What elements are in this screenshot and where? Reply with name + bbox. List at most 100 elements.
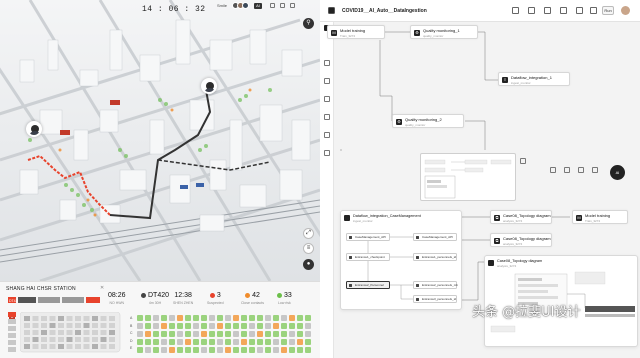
seat [289,339,295,345]
seat [201,323,207,329]
car-seat [58,337,64,342]
ai-assistant-button[interactable]: AI [610,165,625,180]
seat [145,331,151,337]
car-seat [109,323,115,328]
city-map-view[interactable]: 14 : 06 : 32 Smile AI ⚲ ⤢ ≡ ● SHANG HAI … [0,0,320,358]
seat [305,347,311,353]
node-quality-monitoring-1[interactable]: ⚙ Quality monitoring_1 quality_monitor [410,25,478,39]
fit-icon[interactable] [578,167,584,173]
car-seat [109,344,115,349]
seat [153,315,159,321]
seat [209,339,215,345]
car-seat [75,344,81,349]
car-seat [49,344,56,349]
seat [185,323,191,329]
seat [201,331,207,337]
car-seat [92,316,98,321]
car-seat [92,330,98,335]
node-topology-diagram[interactable]: ⧉ Case08_Topology diagram analysis_3274 [490,210,552,224]
seat [169,315,175,321]
seat [209,323,215,329]
user-track-icon[interactable]: ● [303,259,314,270]
layers-icon[interactable]: ≡ [303,243,314,254]
car-seat [41,337,47,342]
card-dataflow-integration[interactable]: Dataflow_integration_CaseManagement inge… [340,210,462,310]
node-dataflow-integration-1[interactable]: ≡ Dataflow_integration_1 ingest_monitor [498,72,570,86]
share-icon[interactable] [280,3,285,8]
train-label: DT420 [9,299,20,303]
seat [193,331,199,337]
inner-connectors [367,236,413,300]
stat-departure: 08:26 NO HWN [108,292,126,305]
seat [177,339,183,345]
close-icon[interactable]: ✕ [100,285,104,291]
seat [297,339,303,345]
seat [289,331,295,337]
seat [273,315,279,321]
person-avatar-marker[interactable] [201,78,217,94]
stat-train: DT420 4m 30H [141,292,169,305]
seat [297,315,303,321]
node-model-training-2[interactable]: M Model training Train_3274 [572,210,628,224]
seat [145,339,151,345]
car-seat [32,344,39,349]
model-icon: M [576,215,582,221]
seat [217,315,223,321]
stat-low-risk: 33 Low risk [277,292,292,305]
seat [225,331,231,337]
seat [169,331,175,337]
person-avatar-marker[interactable] [26,121,42,137]
row-label: C [130,331,133,335]
seat [137,323,143,329]
car-seat [41,323,47,328]
seat [249,339,255,345]
ai-badge[interactable]: AI [254,3,262,9]
zoom-in-icon[interactable] [550,167,556,173]
seat [137,347,143,353]
car-seat [24,316,30,321]
expand-icon[interactable]: ⤢ [303,228,314,239]
seat [257,339,263,345]
seat [201,347,207,353]
seat [201,339,207,345]
user-name: Smile [217,3,228,8]
zoom-out-icon[interactable] [564,167,570,173]
seat [185,331,191,337]
grid-icon[interactable] [270,3,275,8]
seat [145,347,151,353]
car-seat [109,330,115,335]
city-map[interactable] [0,0,320,281]
node-model-training[interactable]: M Model training Train_3274 [327,25,385,39]
seat [193,315,199,321]
car-list[interactable] [8,312,18,357]
stat-suspected: 3 Suspected [207,292,224,305]
stat-arrival: 12:38 SHEN ZHEN [173,292,194,305]
seat [225,339,231,345]
seat [217,323,223,329]
gear-icon: ⚙ [396,119,402,125]
car-seat [66,337,73,342]
seat [177,347,183,353]
seat [233,323,239,329]
node-topology-diagram[interactable]: ⧉ Case08_Topology diagram analysis_3274 [490,233,552,247]
preview-pane[interactable] [420,153,516,201]
seat [257,331,263,337]
seat [209,347,215,353]
seat-map[interactable] [137,315,317,357]
car-layout [20,312,121,353]
seat [305,315,311,321]
seat [161,323,167,329]
seat [225,323,231,329]
seat [305,331,311,337]
seat [265,323,271,329]
car-seat [66,330,73,335]
collaborator-avatars[interactable] [232,2,249,9]
node-quality-monitoring-2[interactable]: ⚙ Quality monitoring_2 quality_monitor [392,114,464,128]
car-seat [49,337,56,342]
lock-icon[interactable] [592,167,598,173]
row-label: D [130,338,133,343]
settings-icon[interactable] [290,3,295,8]
car-seat [75,316,81,321]
seat [289,315,295,321]
tool-icon[interactable]: ⚲ [303,18,314,29]
